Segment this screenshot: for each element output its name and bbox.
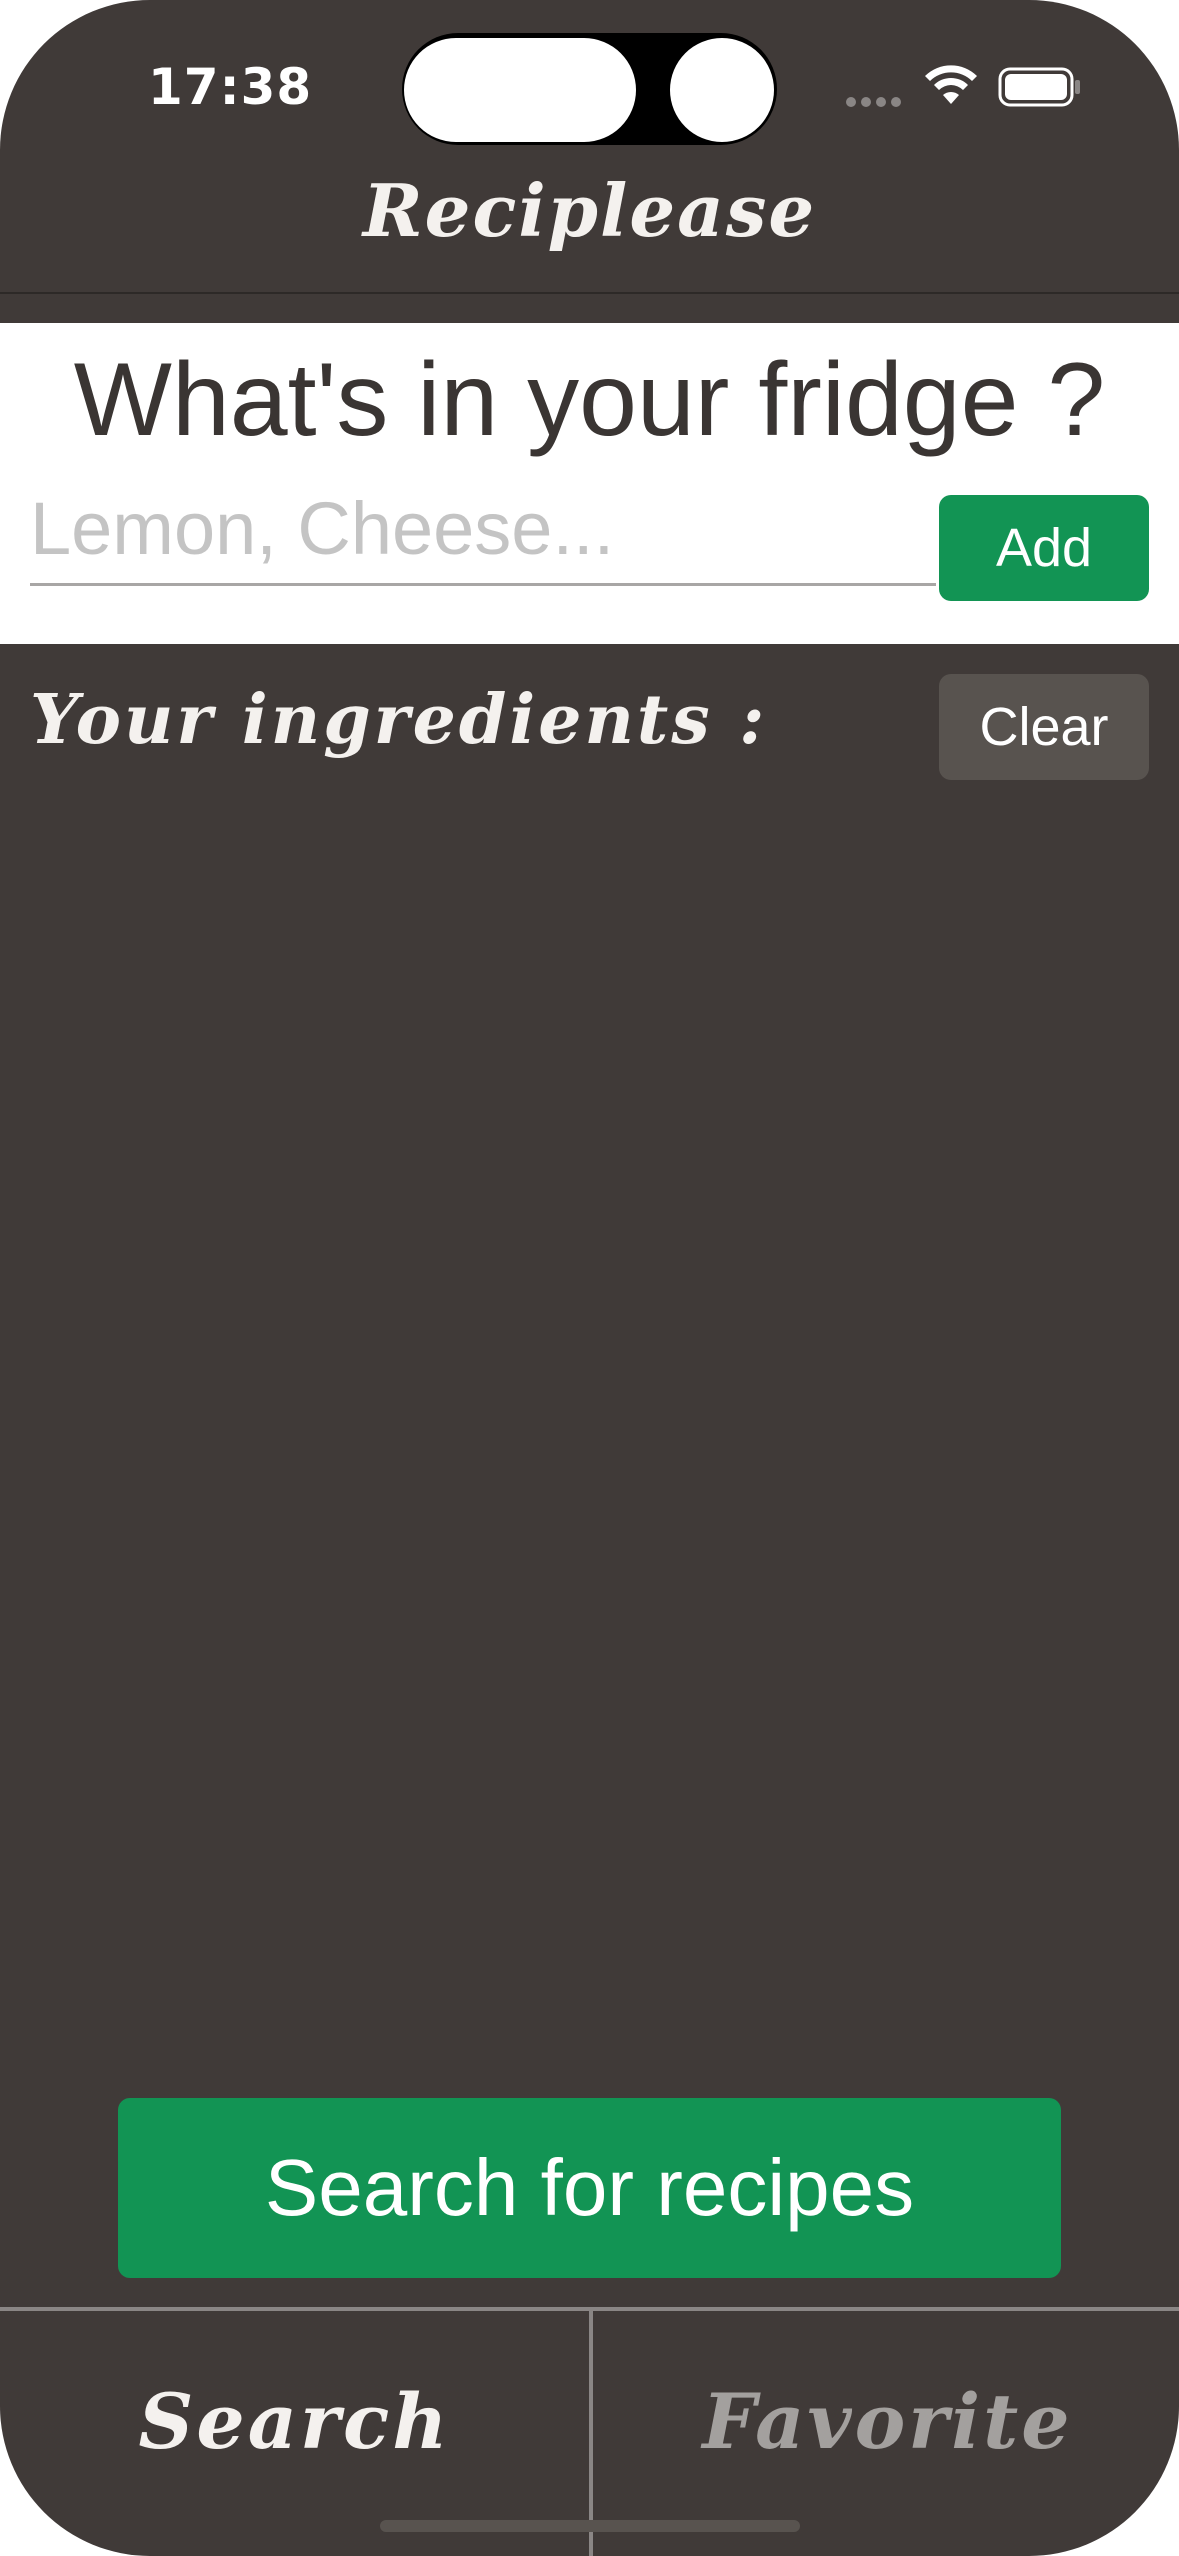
ingredients-label: Your ingredients : [30,680,768,760]
island-pill [404,38,636,142]
tab-favorite[interactable]: Favorite [593,2311,1179,2531]
status-bar: 17:38 [0,0,1179,170]
tab-search-label: Search [138,2376,451,2466]
nav-title: Reciplease [362,168,817,253]
island-dot [670,38,774,142]
ingredients-list[interactable] [30,800,1149,2070]
tab-favorite-label: Favorite [702,2376,1073,2466]
tab-search[interactable]: Search [0,2311,589,2531]
fridge-section: What's in your fridge ? Add [0,323,1179,644]
fridge-heading: What's in your fridge ? [73,342,1106,458]
clear-button[interactable]: Clear [939,674,1149,780]
add-button[interactable]: Add [939,495,1149,601]
app-screen: 17:38 Reciplease What's in your fridge ?… [0,0,1179,2556]
search-recipes-button[interactable]: Search for recipes [118,2098,1061,2278]
status-time: 17:38 [148,58,313,116]
battery-icon [998,67,1080,107]
home-indicator[interactable] [380,2520,800,2532]
wifi-icon [925,65,977,104]
cellular-signal-icon [846,94,906,107]
ingredient-input[interactable] [30,473,936,586]
tab-bar: Search Favorite [0,2307,1179,2556]
nav-divider [0,292,1179,294]
